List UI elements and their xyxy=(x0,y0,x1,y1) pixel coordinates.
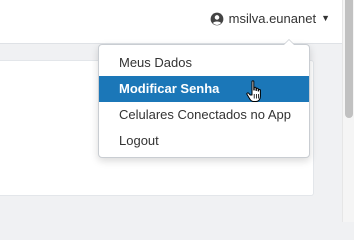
scrollbar-thumb[interactable] xyxy=(345,0,353,118)
top-navbar: msilva.eunanet ▼ xyxy=(0,0,342,44)
menu-item-meus-dados[interactable]: Meus Dados xyxy=(99,50,309,76)
user-menu-toggle[interactable]: msilva.eunanet ▼ xyxy=(210,11,330,26)
menu-item-modificar-senha[interactable]: Modificar Senha xyxy=(99,76,309,102)
hand-pointer-icon xyxy=(246,80,261,102)
menu-item-logout[interactable]: Logout xyxy=(99,128,309,154)
dropdown-arrow xyxy=(283,39,295,45)
caret-down-icon: ▼ xyxy=(321,12,330,23)
user-circle-icon xyxy=(210,12,224,25)
vertical-scrollbar[interactable] xyxy=(342,0,354,222)
user-name: msilva.eunanet xyxy=(228,11,317,26)
menu-item-celulares-conectados[interactable]: Celulares Conectados no App xyxy=(99,102,309,128)
user-dropdown-menu: Meus Dados Modificar Senha Celulares Con… xyxy=(98,39,310,158)
